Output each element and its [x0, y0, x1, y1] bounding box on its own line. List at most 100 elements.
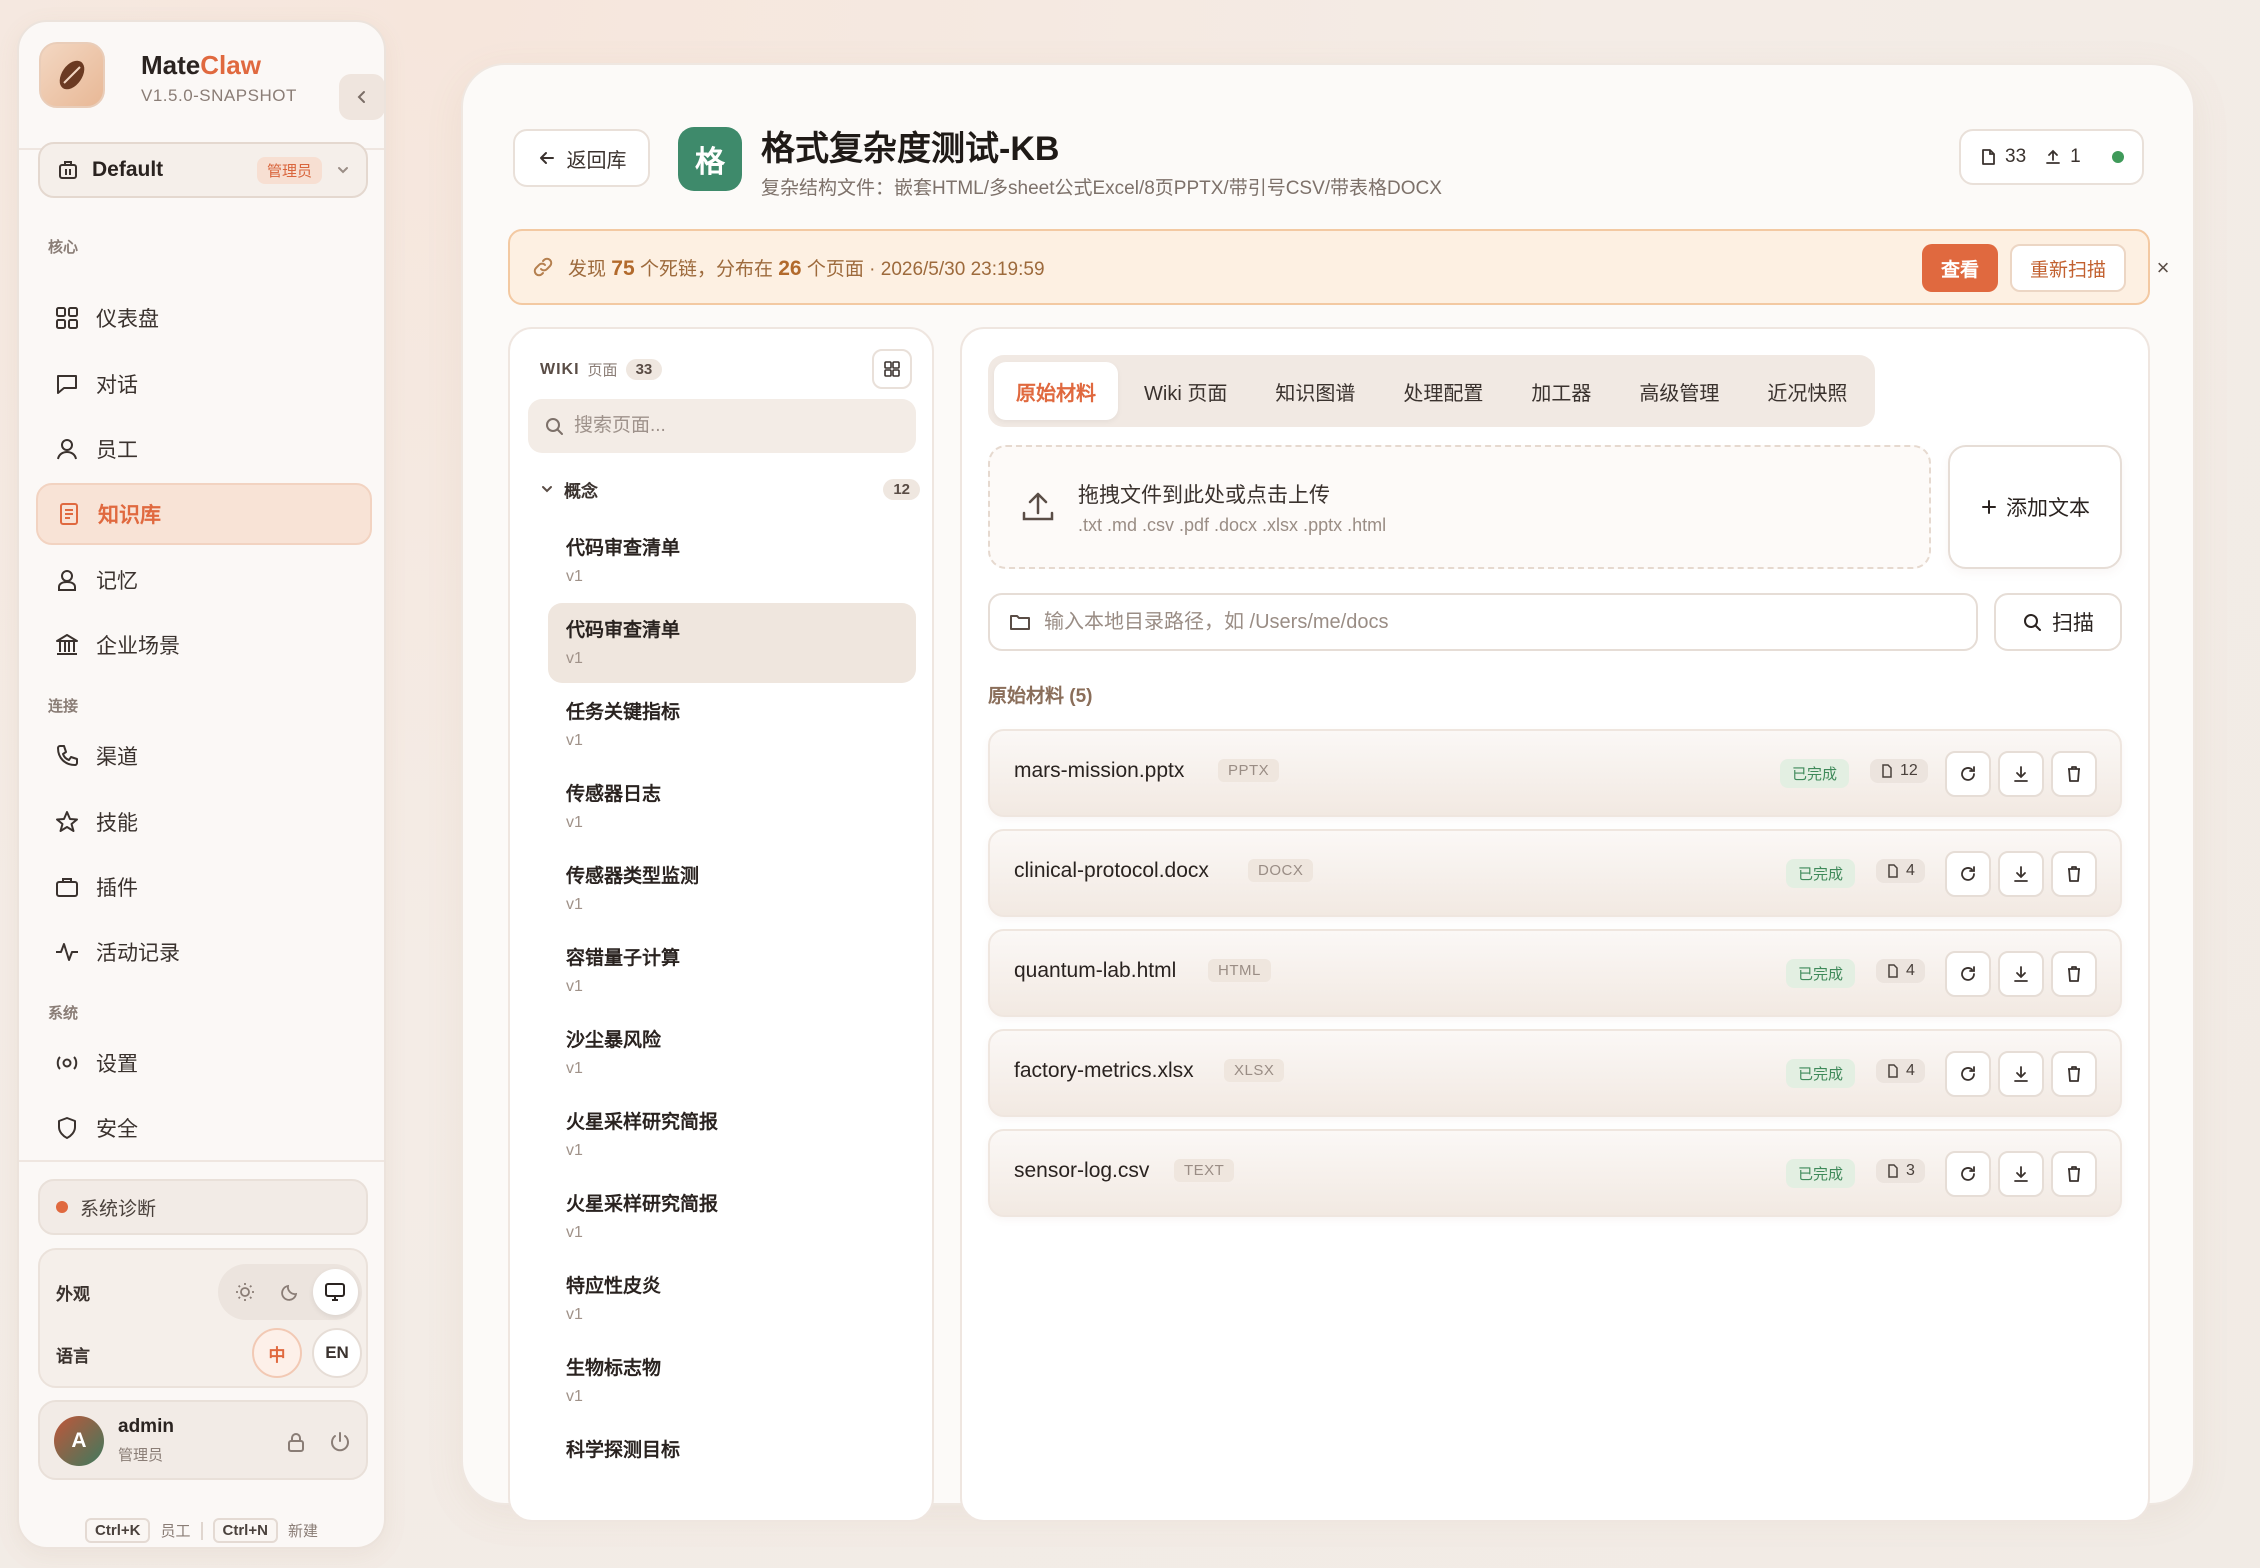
upload-dropzone[interactable]: 拖拽文件到此处或点击上传 .txt .md .csv .pdf .docx .x…	[988, 445, 1931, 569]
reprocess-button[interactable]	[1945, 1051, 1991, 1097]
tab-raw-materials[interactable]: 原始材料	[994, 362, 1118, 420]
divider	[200, 1521, 203, 1540]
rescan-button[interactable]: 重新扫描	[2010, 244, 2126, 292]
file-row[interactable]: sensor-log.csv TEXT 已完成 3	[988, 1129, 2122, 1217]
tab-knowledge-graph[interactable]: 知识图谱	[1253, 362, 1377, 420]
tab-processing-config[interactable]: 处理配置	[1381, 362, 1505, 420]
wiki-item[interactable]: 火星采样研究简报 v1	[548, 1095, 916, 1175]
wiki-item[interactable]: 生物标志物 v1	[548, 1341, 916, 1421]
sidebar-item-memory[interactable]: 记忆	[36, 549, 372, 611]
view-button[interactable]: 查看	[1922, 244, 1998, 292]
document-icon	[1888, 1064, 1898, 1078]
delete-button[interactable]	[2051, 951, 2097, 997]
lang-en-button[interactable]: EN	[312, 1328, 362, 1378]
upload-icon	[2046, 149, 2061, 164]
file-row[interactable]: mars-mission.pptx PPTX 已完成 12	[988, 729, 2122, 817]
doc-count: 33	[2005, 146, 2027, 167]
app-logo	[39, 42, 105, 108]
wiki-item[interactable]: 容错量子计算 v1	[548, 931, 916, 1011]
wiki-item[interactable]: 任务关键指标 v1	[548, 685, 916, 765]
wiki-item[interactable]: 代码审查清单 v1	[548, 521, 916, 601]
reprocess-button[interactable]	[1945, 1151, 1991, 1197]
download-button[interactable]	[1998, 1151, 2044, 1197]
directory-path-input[interactable]	[1044, 610, 1944, 634]
avatar[interactable]: A	[54, 1416, 104, 1466]
link-icon	[533, 257, 553, 277]
download-button[interactable]	[1998, 751, 2044, 797]
lock-button[interactable]	[280, 1426, 312, 1458]
logout-button[interactable]	[324, 1426, 356, 1458]
download-button[interactable]	[1998, 1051, 2044, 1097]
wiki-group-concepts[interactable]: 概念 12	[540, 469, 920, 509]
scan-button[interactable]: 扫描	[1994, 593, 2122, 651]
back-label: 返回库	[566, 149, 627, 172]
refresh-icon	[1961, 1066, 1975, 1081]
sidebar-item-employees[interactable]: 员工	[36, 418, 372, 480]
sidebar-item-security[interactable]: 安全	[36, 1097, 372, 1159]
page-count-badge: 4	[1876, 859, 1925, 883]
sidebar-item-chat[interactable]: 对话	[36, 353, 372, 415]
wiki-search-input[interactable]	[574, 415, 894, 437]
diagnostics-label: 系统诊断	[80, 1198, 157, 1220]
wiki-item[interactable]: 代码审查清单 v1	[548, 603, 916, 683]
reprocess-button[interactable]	[1945, 751, 1991, 797]
back-to-library-button[interactable]: 返回库	[513, 129, 650, 187]
sidebar-item-activity[interactable]: 活动记录	[36, 921, 372, 983]
wiki-subtitle: 页面	[587, 362, 618, 379]
download-button[interactable]	[1998, 951, 2044, 997]
dashboard-icon	[52, 303, 82, 333]
collapse-sidebar-button[interactable]	[339, 74, 384, 120]
download-button[interactable]	[1998, 851, 2044, 897]
sidebar-item-knowledge-base[interactable]: 知识库	[36, 483, 372, 545]
wiki-item-version: v1	[566, 1142, 583, 1159]
group-name: 概念	[564, 481, 598, 501]
page-count-badge: 4	[1876, 1059, 1925, 1083]
sidebar-item-channels[interactable]: 渠道	[36, 725, 372, 787]
dead-links-alert: 发现 75 个死链，分布在 26 个页面 · 2026/5/30 23:19:5…	[508, 229, 2169, 305]
close-icon[interactable]: ×	[2148, 253, 2178, 283]
language-label: 语言	[56, 1347, 90, 1366]
sidebar-item-skills[interactable]: 技能	[36, 791, 372, 853]
light-theme-button[interactable]	[222, 1269, 267, 1315]
sidebar-item-enterprise[interactable]: 企业场景	[36, 614, 372, 676]
reprocess-button[interactable]	[1945, 951, 1991, 997]
add-text-button[interactable]: 添加文本	[1948, 445, 2122, 569]
shortcut-key: Ctrl+K	[85, 1518, 151, 1543]
tab-processors[interactable]: 加工器	[1509, 362, 1613, 420]
grid-view-button[interactable]	[872, 349, 912, 389]
delete-button[interactable]	[2051, 851, 2097, 897]
tab-advanced[interactable]: 高级管理	[1617, 362, 1741, 420]
workspace-selector[interactable]: Default 管理员	[38, 142, 368, 198]
delete-button[interactable]	[2051, 1051, 2097, 1097]
tab-snapshots[interactable]: 近况快照	[1745, 362, 1869, 420]
search-icon	[546, 418, 563, 435]
tab-wiki-pages[interactable]: Wiki 页面	[1122, 362, 1249, 420]
refresh-icon	[1961, 966, 1975, 981]
file-row[interactable]: clinical-protocol.docx DOCX 已完成 4	[988, 829, 2122, 917]
download-icon	[2014, 966, 2028, 982]
wiki-item[interactable]: 特应性皮炎 v1	[548, 1259, 916, 1339]
wiki-item[interactable]: 科学探测目标	[548, 1423, 916, 1503]
wiki-item[interactable]: 传感器日志 v1	[548, 767, 916, 847]
sidebar-item-settings[interactable]: 设置	[36, 1032, 372, 1094]
wiki-item[interactable]: 传感器类型监测 v1	[548, 849, 916, 929]
delete-button[interactable]	[2051, 751, 2097, 797]
sun-icon	[235, 1283, 254, 1301]
system-diagnostics-button[interactable]: 系统诊断	[38, 1179, 368, 1235]
sidebar-item-dashboard[interactable]: 仪表盘	[36, 287, 372, 349]
file-row[interactable]: quantum-lab.html HTML 已完成 4	[988, 929, 2122, 1017]
workspace-name: Default	[92, 158, 164, 181]
wiki-item-version: v1	[566, 1060, 583, 1077]
delete-button[interactable]	[2051, 1151, 2097, 1197]
kb-description: 复杂结构文件：嵌套HTML/多sheet公式Excel/8页PPTX/带引号CS…	[761, 178, 1442, 199]
sidebar-item-label: 知识库	[98, 504, 161, 527]
file-row[interactable]: factory-metrics.xlsx XLSX 已完成 4	[988, 1029, 2122, 1117]
wiki-item[interactable]: 沙尘暴风险 v1	[548, 1013, 916, 1093]
sidebar-item-plugins[interactable]: 插件	[36, 856, 372, 918]
reprocess-button[interactable]	[1945, 851, 1991, 897]
wiki-item[interactable]: 火星采样研究简报 v1	[548, 1177, 916, 1257]
system-theme-button[interactable]	[312, 1269, 358, 1315]
user-role: 管理员	[118, 1447, 164, 1464]
dark-theme-button[interactable]	[267, 1269, 312, 1315]
lang-zh-button[interactable]: 中	[252, 1328, 302, 1378]
